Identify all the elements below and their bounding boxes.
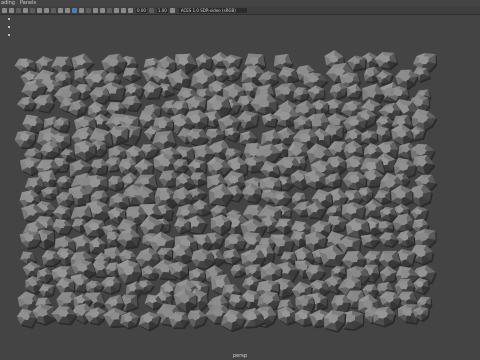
ambient-occlusion-icon[interactable] xyxy=(114,7,119,13)
shadows-icon[interactable] xyxy=(93,7,98,13)
camera-label: persp xyxy=(232,353,248,359)
gate-mask-icon[interactable] xyxy=(51,7,56,13)
rock-mesh[interactable] xyxy=(116,259,143,286)
rock-mesh[interactable] xyxy=(186,310,209,330)
rock-mesh[interactable] xyxy=(14,130,37,150)
rock-mesh[interactable] xyxy=(101,276,122,296)
3d-viewport[interactable] xyxy=(0,15,480,360)
safe-action-icon[interactable] xyxy=(58,7,63,13)
rock-mesh[interactable] xyxy=(40,186,59,201)
rock-mesh[interactable] xyxy=(122,67,142,84)
film-gate-icon[interactable] xyxy=(37,7,42,13)
bookmark-icon[interactable] xyxy=(16,7,21,13)
gamma-field[interactable]: 1.00 xyxy=(156,7,168,13)
rock-mesh[interactable] xyxy=(361,130,379,147)
rock-mesh[interactable] xyxy=(378,232,400,249)
rock-mesh[interactable] xyxy=(410,205,430,221)
gamma-icon[interactable] xyxy=(148,7,154,13)
resolution-gate-icon[interactable] xyxy=(44,7,49,13)
rock-mesh[interactable] xyxy=(89,87,111,105)
camera-attributes-icon[interactable] xyxy=(9,7,14,13)
select-camera-icon[interactable] xyxy=(2,7,7,13)
textured-icon[interactable] xyxy=(79,7,84,13)
rock-mesh[interactable] xyxy=(360,234,381,250)
xray-icon[interactable] xyxy=(100,7,105,13)
grid-icon[interactable] xyxy=(30,7,35,13)
rock-mesh[interactable] xyxy=(56,175,74,190)
panel-toolbar: 0.00 1.00 ACES 1.0 SDR-video (sRGB) xyxy=(0,6,480,15)
rock-mesh[interactable] xyxy=(224,127,242,143)
rock-mesh[interactable] xyxy=(138,311,162,332)
isolate-select-icon[interactable] xyxy=(107,7,112,13)
antialiasing-icon[interactable] xyxy=(121,7,126,13)
color-management-icon[interactable] xyxy=(169,7,175,13)
rock-mesh[interactable] xyxy=(19,231,42,250)
rock-mesh[interactable] xyxy=(107,175,125,192)
rock-mesh[interactable] xyxy=(379,265,399,284)
smooth-shade-icon[interactable] xyxy=(72,7,77,13)
image-plane-icon[interactable] xyxy=(23,7,28,13)
colorspace-dropdown[interactable]: ACES 1.0 SDR-video (sRGB) xyxy=(178,7,247,13)
rock-mesh[interactable] xyxy=(52,218,74,236)
lighting-icon[interactable] xyxy=(86,7,91,13)
exposure-field[interactable]: 0.00 xyxy=(136,7,147,13)
rock-mesh[interactable] xyxy=(230,264,247,279)
rock-mesh[interactable] xyxy=(195,53,214,71)
rock-mesh[interactable] xyxy=(305,264,327,282)
rock-mesh[interactable] xyxy=(374,51,399,71)
exposure-icon[interactable] xyxy=(128,7,133,13)
rock-mesh[interactable] xyxy=(396,230,416,249)
wireframe-icon[interactable] xyxy=(65,7,70,13)
